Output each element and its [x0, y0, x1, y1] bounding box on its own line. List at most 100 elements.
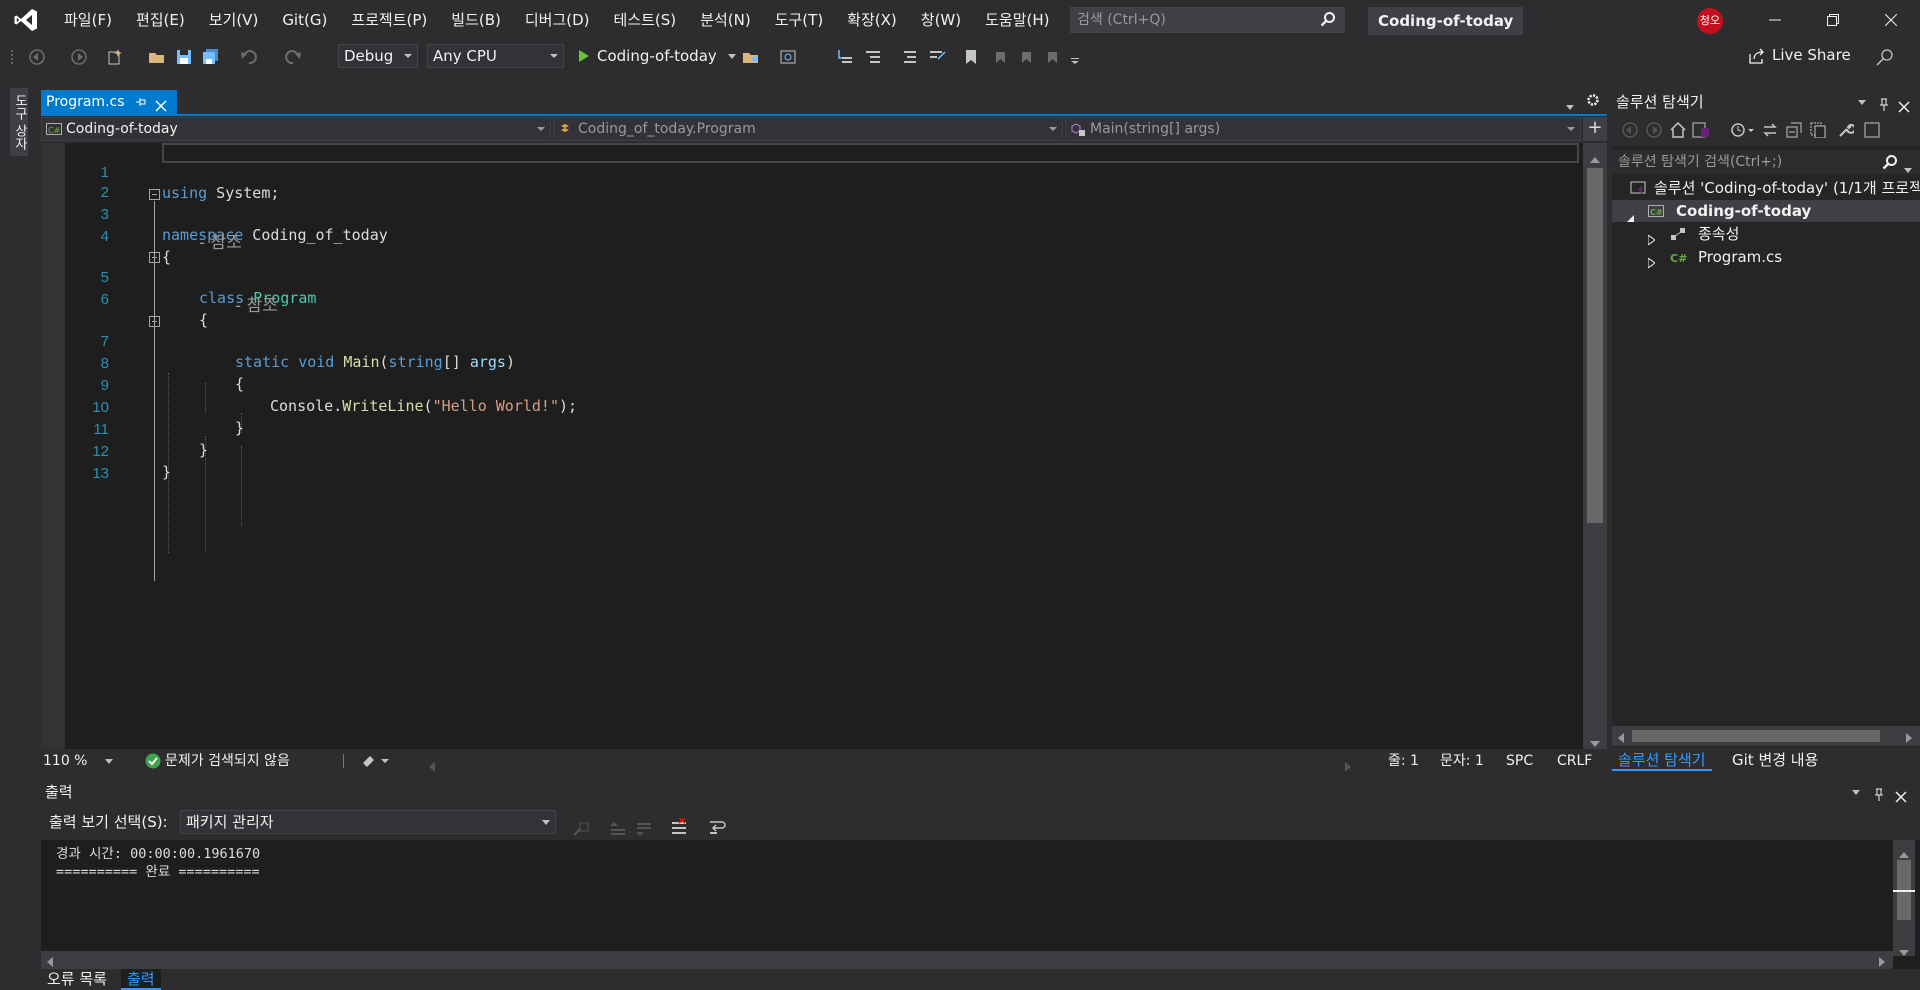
- scroll-down-icon[interactable]: [1590, 735, 1600, 751]
- toolbox-tab[interactable]: 도구 상자: [10, 88, 28, 156]
- menu-analyze[interactable]: 분석(N): [688, 0, 763, 40]
- open-folder-icon[interactable]: [742, 49, 760, 65]
- split-editor-button[interactable]: +: [1583, 117, 1607, 141]
- editor-vertical-scrollbar[interactable]: [1583, 143, 1607, 749]
- solution-horizontal-scrollbar[interactable]: [1612, 726, 1920, 746]
- menu-git[interactable]: Git(G): [270, 0, 339, 40]
- member-dropdown[interactable]: Main(string[] args): [1065, 117, 1581, 141]
- codelens-references[interactable]: - 참조: [235, 291, 278, 316]
- scrollbar-thumb[interactable]: [1587, 168, 1603, 523]
- bookmark-icon[interactable]: [964, 49, 982, 65]
- expanded-arrow-icon[interactable]: [1626, 207, 1634, 222]
- forward-icon[interactable]: [1646, 122, 1662, 142]
- menu-view[interactable]: 보기(V): [197, 0, 271, 40]
- tree-item-project[interactable]: C# Coding-of-today: [1612, 200, 1920, 222]
- tab-git-changes[interactable]: Git 변경 내용: [1726, 747, 1824, 773]
- word-wrap-icon[interactable]: [709, 813, 727, 849]
- menu-help[interactable]: 도움말(H): [973, 0, 1061, 40]
- code-editor[interactable]: 1 using System; 2 3 namespace Coding_of_…: [41, 143, 1583, 749]
- configuration-select[interactable]: Debug: [338, 44, 418, 68]
- line-ending-indicator[interactable]: CRLF: [1557, 750, 1592, 772]
- project-dropdown[interactable]: C# Coding-of-today: [41, 117, 551, 141]
- code-cleanup-icon[interactable]: [361, 753, 391, 776]
- home-icon[interactable]: [1670, 121, 1686, 142]
- menu-extensions[interactable]: 확장(X): [835, 0, 909, 40]
- output-horizontal-scrollbar[interactable]: [41, 951, 1893, 969]
- scroll-left-icon[interactable]: [1618, 731, 1624, 747]
- search-input[interactable]: 검색 (Ctrl+Q): [1070, 7, 1345, 33]
- prev-message-icon[interactable]: [609, 814, 627, 850]
- tab-program-cs[interactable]: Program.cs: [41, 90, 177, 114]
- clear-all-icon[interactable]: [671, 813, 689, 849]
- visual-studio-logo[interactable]: [0, 0, 52, 40]
- avatar[interactable]: 청오: [1697, 8, 1723, 34]
- new-project-icon[interactable]: [106, 49, 124, 65]
- type-dropdown[interactable]: Coding_of_today.Program: [553, 117, 1063, 141]
- switch-views-icon[interactable]: [1692, 122, 1710, 142]
- properties-wrench-icon[interactable]: [1838, 122, 1856, 142]
- comment-icon[interactable]: [902, 49, 920, 65]
- tab-solution-explorer[interactable]: 솔루션 탐색기: [1612, 747, 1712, 771]
- pending-changes-icon[interactable]: [1730, 122, 1756, 142]
- restore-button[interactable]: [1810, 0, 1856, 40]
- find-message-icon[interactable]: [572, 814, 590, 850]
- next-message-icon[interactable]: [635, 814, 653, 850]
- start-debugging-button[interactable]: Coding-of-today: [575, 44, 736, 68]
- scroll-down-icon[interactable]: [1899, 944, 1909, 960]
- menu-window[interactable]: 창(W): [909, 0, 973, 40]
- tab-error-list[interactable]: 오류 목록: [47, 969, 107, 990]
- clear-bookmarks-icon[interactable]: [1044, 49, 1062, 65]
- menu-file[interactable]: 파일(F): [52, 0, 124, 40]
- issues-indicator[interactable]: 문제가 검색되지 않음: [145, 750, 290, 772]
- show-all-files-icon[interactable]: [1810, 122, 1826, 142]
- collapsed-arrow-icon[interactable]: [1647, 252, 1656, 268]
- scrollbar-thumb[interactable]: [1632, 730, 1880, 742]
- menu-project[interactable]: 프로젝트(P): [339, 0, 439, 40]
- save-icon[interactable]: [176, 49, 194, 65]
- next-bookmark-icon[interactable]: [1018, 49, 1036, 65]
- scroll-right-icon[interactable]: [1345, 757, 1351, 779]
- solution-search-input[interactable]: 솔루션 탐색기 검색(Ctrl+;): [1612, 150, 1920, 174]
- live-share-button[interactable]: Live Share: [1748, 46, 1851, 64]
- scroll-right-icon[interactable]: [1906, 731, 1912, 747]
- panel-options-icon[interactable]: [1852, 783, 1862, 801]
- uncomment-icon[interactable]: [928, 49, 946, 65]
- undo-icon[interactable]: [240, 49, 258, 65]
- menu-edit[interactable]: 편집(E): [124, 0, 197, 40]
- tree-item-file[interactable]: C# Program.cs: [1612, 246, 1920, 268]
- scroll-up-icon[interactable]: [1590, 151, 1600, 167]
- tab-output[interactable]: 출력: [121, 969, 161, 990]
- scroll-left-icon[interactable]: [429, 757, 435, 779]
- back-icon[interactable]: [1622, 122, 1638, 142]
- browser-link-icon[interactable]: [780, 49, 798, 65]
- zoom-select[interactable]: 110 %: [43, 750, 113, 772]
- menu-test[interactable]: 테스트(S): [602, 0, 689, 40]
- output-source-select[interactable]: 패키지 관리자: [180, 810, 556, 834]
- step-into-icon[interactable]: [836, 49, 854, 65]
- whitespace-indicator[interactable]: SPC: [1506, 750, 1533, 772]
- tree-item-solution[interactable]: 솔루션 'Coding-of-today' (1/1개 프로젝트): [1612, 177, 1920, 199]
- redo-icon[interactable]: [284, 49, 302, 65]
- toolbar-overflow-icon[interactable]: [1070, 49, 1088, 65]
- save-all-icon[interactable]: [202, 49, 220, 65]
- navigate-back-icon[interactable]: [28, 49, 46, 65]
- sync-icon[interactable]: [1762, 122, 1778, 142]
- platform-select[interactable]: Any CPU: [427, 44, 564, 68]
- navigate-forward-icon[interactable]: [70, 49, 88, 65]
- prev-bookmark-icon[interactable]: [992, 49, 1010, 65]
- open-file-icon[interactable]: [148, 49, 166, 65]
- menu-tools[interactable]: 도구(T): [763, 0, 835, 40]
- panel-options-icon[interactable]: [1858, 93, 1868, 111]
- output-vertical-scrollbar[interactable]: [1893, 840, 1915, 956]
- collapsed-arrow-icon[interactable]: [1647, 229, 1656, 245]
- collapse-all-icon[interactable]: [1786, 122, 1802, 142]
- tree-item-dependencies[interactable]: 종속성: [1612, 223, 1920, 245]
- preview-icon[interactable]: [1864, 122, 1880, 142]
- settings-gear-icon[interactable]: [1586, 93, 1600, 111]
- menu-debug[interactable]: 디버그(D): [513, 0, 602, 40]
- step-over-icon[interactable]: [864, 49, 882, 65]
- codelens-references[interactable]: - 참조: [199, 228, 242, 253]
- close-button[interactable]: [1868, 0, 1914, 40]
- tab-list-dropdown-icon[interactable]: [1566, 98, 1574, 114]
- feedback-icon[interactable]: [1876, 48, 1894, 66]
